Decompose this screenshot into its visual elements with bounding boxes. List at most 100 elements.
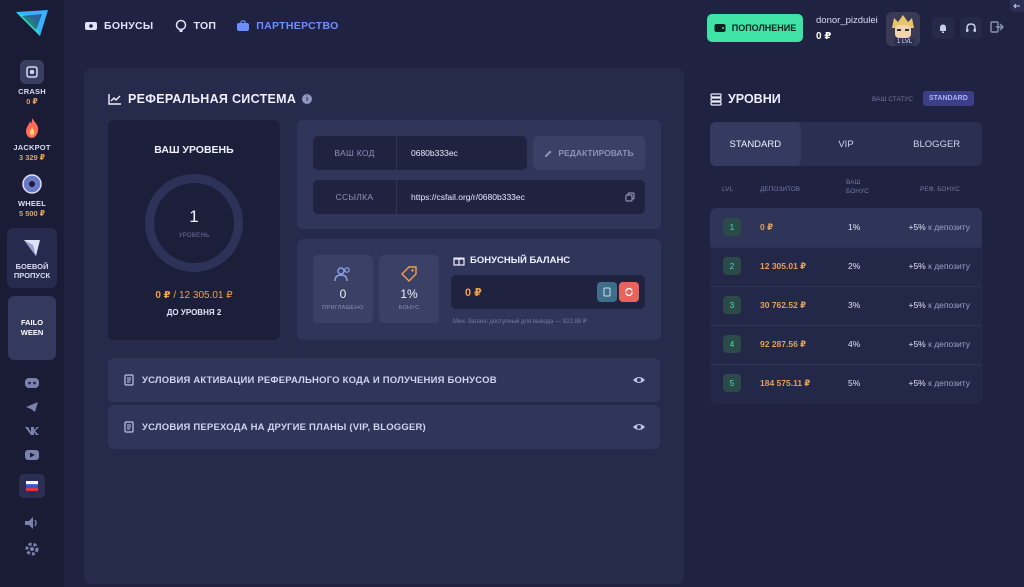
invited-label: ПРИГЛАШЕНО bbox=[322, 305, 364, 311]
sidebar-item-wheel[interactable]: WHEEL 5 500 ₽ bbox=[4, 172, 60, 218]
tab-vip[interactable]: VIP bbox=[801, 122, 892, 166]
event-label-line1: FAILO bbox=[20, 318, 44, 327]
support-headset-icon[interactable] bbox=[960, 17, 982, 39]
accordion-activation-conditions[interactable]: УСЛОВИЯ АКТИВАЦИИ РЕФЕРАЛЬНОГО КОДА И ПО… bbox=[108, 358, 660, 402]
referral-title-text: РЕФЕРАЛЬНАЯ СИСТЕМА bbox=[128, 92, 297, 106]
ref-bonus-value: +5% bbox=[908, 378, 926, 388]
bonus-percent-value: 1% bbox=[400, 287, 418, 301]
level-progress-ring: 1 УРОВЕНЬ bbox=[145, 174, 243, 272]
deposit-label: ПОПОЛНЕНИЕ bbox=[731, 23, 797, 33]
user-balance: 0 ₽ bbox=[816, 31, 832, 42]
sidebar-item-label: WHEEL bbox=[17, 199, 47, 208]
link-value: https://csfail.org/r/0680b333ec bbox=[411, 192, 525, 202]
battle-pass-icon bbox=[24, 239, 40, 256]
referral-link-field[interactable]: ССЫЛКА https://csfail.org/r/0680b333ec bbox=[313, 180, 645, 214]
deposit-threshold: 12 305.01 ₽ bbox=[760, 261, 807, 271]
referral-code-field[interactable]: ВАШ КОД 0680b333ec bbox=[313, 136, 527, 170]
vk-icon[interactable] bbox=[23, 422, 41, 440]
header-bonus-line2: БОНУС bbox=[846, 188, 869, 195]
avatar[interactable]: 1 LVL bbox=[886, 12, 920, 46]
sidebar-item-value: 5 500 ₽ bbox=[18, 209, 46, 218]
site-logo[interactable] bbox=[12, 6, 52, 42]
referral-title: РЕФЕРАЛЬНАЯ СИСТЕМА i bbox=[108, 92, 313, 106]
tab-blogger[interactable]: BLOGGER bbox=[891, 122, 982, 166]
event-label-line2: WEEN bbox=[20, 328, 44, 337]
ref-bonus-suffix: к депозиту bbox=[928, 378, 970, 388]
edit-code-button[interactable]: РЕДАКТИРОВАТЬ bbox=[533, 136, 645, 170]
sound-icon[interactable] bbox=[23, 514, 41, 532]
levels-table: 1 0 ₽ 1% +5% к депозиту 2 12 305.01 ₽ 2%… bbox=[710, 208, 982, 404]
telegram-icon[interactable] bbox=[23, 398, 41, 416]
accordion-plan-transition[interactable]: УСЛОВИЯ ПЕРЕХОДА НА ДРУГИЕ ПЛАНЫ (VIP, B… bbox=[108, 405, 660, 449]
sidebar-item-battle-pass[interactable]: БОЕВОЙ ПРОПУСК bbox=[7, 228, 57, 288]
wheel-icon bbox=[20, 172, 44, 196]
ref-bonus-value: +5% bbox=[908, 222, 926, 232]
ref-bonus: +5% к депозиту bbox=[908, 222, 970, 232]
ref-bonus: +5% к депозиту bbox=[908, 300, 970, 310]
collapse-arrow-icon[interactable] bbox=[1010, 0, 1024, 12]
referral-stats-card: 0 ПРИГЛАШЕНО 1% БОНУС БОНУСНЫЙ БАЛАНС 0 … bbox=[297, 239, 661, 340]
progress-target: 12 305.01 ₽ bbox=[179, 290, 233, 301]
sidebar-item-label: JACKPOT bbox=[13, 143, 51, 152]
table-row: 5 184 575.11 ₽ 5% +5% к депозиту bbox=[710, 364, 982, 404]
eye-icon[interactable] bbox=[632, 375, 646, 385]
username: donor_pizdulei bbox=[816, 15, 878, 26]
progress-separator: / bbox=[170, 290, 179, 301]
level-badge: 2 bbox=[723, 257, 741, 275]
edit-label: РЕДАКТИРОВАТЬ bbox=[558, 148, 634, 158]
level-badge: 4 bbox=[723, 335, 741, 353]
exchange-button[interactable] bbox=[619, 282, 639, 302]
nav-label: БОНУСЫ bbox=[104, 20, 154, 32]
deposit-threshold: 0 ₽ bbox=[760, 222, 774, 232]
code-value: 0680b333ec bbox=[411, 148, 458, 158]
sidebar-item-jackpot[interactable]: JACKPOT 3 329 ₽ bbox=[4, 116, 60, 162]
nav-label: ТОП bbox=[193, 20, 217, 32]
level-number: 1 bbox=[189, 207, 199, 226]
header-ref-bonus: РЕФ. БОНУС bbox=[920, 186, 960, 193]
sidebar-item-value: 0 ₽ bbox=[26, 97, 38, 106]
status-badge: STANDARD bbox=[923, 91, 974, 106]
crash-icon bbox=[20, 60, 44, 84]
info-icon[interactable]: i bbox=[302, 94, 313, 104]
avatar-level-badge: 1 LVL bbox=[894, 38, 916, 46]
sidebar-event-banner[interactable]: FAILO WEEN bbox=[8, 296, 56, 360]
nav-partnership[interactable]: ПАРТНЕРСТВО bbox=[236, 19, 338, 33]
logout-icon[interactable] bbox=[990, 20, 1004, 39]
bonus-percent-label: БОНУС bbox=[398, 305, 420, 311]
settings-gear-icon[interactable] bbox=[23, 540, 41, 558]
sidebar: CRASH 0 ₽ JACKPOT 3 329 ₽ WHEEL 5 500 ₽ … bbox=[0, 0, 64, 587]
ref-bonus-suffix: к депозиту bbox=[928, 300, 970, 310]
referral-panel: РЕФЕРАЛЬНАЯ СИСТЕМА i ВАШ УРОВЕНЬ 1 УРОВ… bbox=[84, 68, 684, 584]
bonus-balance-value: 0 ₽ bbox=[465, 287, 482, 299]
eye-icon[interactable] bbox=[632, 422, 646, 432]
nav-bonuses[interactable]: БОНУСЫ bbox=[84, 19, 154, 33]
wallet-icon bbox=[714, 24, 726, 32]
language-flag-icon[interactable] bbox=[19, 474, 45, 498]
withdraw-button[interactable] bbox=[597, 282, 617, 302]
copy-icon[interactable] bbox=[625, 192, 635, 202]
notifications-bell-icon[interactable] bbox=[932, 17, 954, 39]
sidebar-item-crash[interactable]: CRASH 0 ₽ bbox=[4, 60, 60, 106]
link-label: ССЫЛКА bbox=[313, 180, 397, 214]
referral-code-card: ВАШ КОД 0680b333ec РЕДАКТИРОВАТЬ ССЫЛКА … bbox=[297, 120, 661, 229]
levels-table-header: LVL ДЕПОЗИТОВ ВАШ БОНУС РЕФ. БОНУС bbox=[710, 178, 982, 200]
level-progress: 0 ₽ / 12 305.01 ₽ bbox=[108, 290, 280, 301]
ref-bonus: +5% к депозиту bbox=[908, 378, 970, 388]
header-bonus-line1: ВАШ bbox=[846, 179, 861, 186]
ref-bonus-suffix: к депозиту bbox=[928, 222, 970, 232]
sidebar-item-value: 3 329 ₽ bbox=[18, 153, 46, 162]
nav-top[interactable]: ТОП bbox=[174, 19, 217, 33]
fire-icon bbox=[20, 116, 44, 140]
ref-bonus-suffix: к депозиту bbox=[928, 261, 970, 271]
document-icon bbox=[124, 374, 134, 386]
bonus-min-note: Мин. баланс доступный для вывода — 922.8… bbox=[453, 319, 587, 325]
price-tag-icon bbox=[401, 266, 417, 282]
your-level-title: ВАШ УРОВЕНЬ bbox=[154, 144, 234, 156]
youtube-icon[interactable] bbox=[23, 446, 41, 464]
ref-bonus-value: +5% bbox=[908, 339, 926, 349]
deposit-button[interactable]: ПОПОЛНЕНИЕ bbox=[707, 14, 803, 42]
document-icon bbox=[124, 421, 134, 433]
user-info[interactable]: donor_pizdulei 0 ₽ bbox=[816, 15, 878, 42]
tab-standard[interactable]: STANDARD bbox=[710, 122, 801, 166]
discord-icon[interactable] bbox=[23, 374, 41, 392]
